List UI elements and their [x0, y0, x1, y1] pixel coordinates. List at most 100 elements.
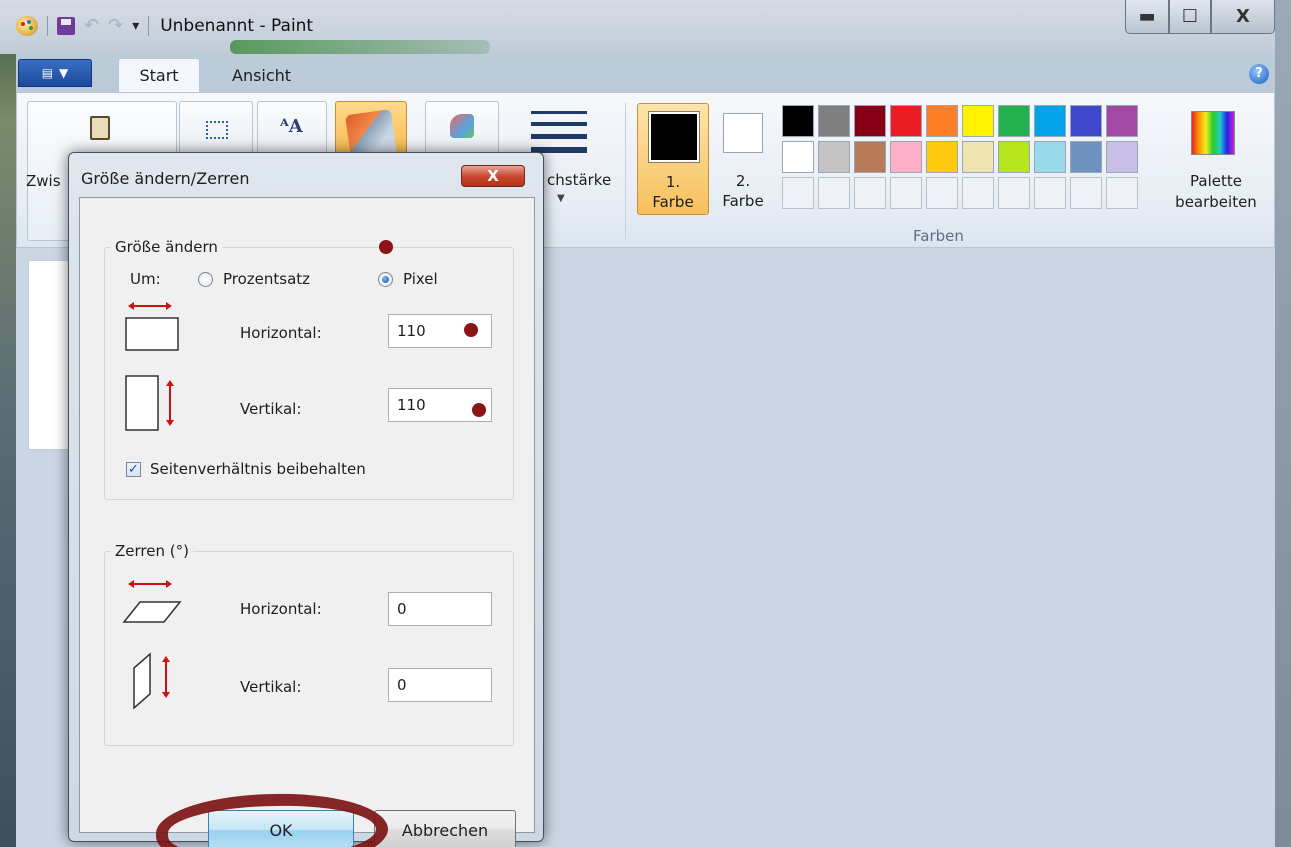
percent-radio[interactable] — [198, 272, 213, 287]
tab-ansicht[interactable]: Ansicht — [212, 58, 311, 92]
palette-color-swatch[interactable] — [1034, 141, 1066, 173]
color-1-label: 1. Farbe — [638, 172, 708, 212]
palette-color-swatch[interactable] — [890, 141, 922, 173]
palette-color-swatch[interactable] — [1106, 141, 1138, 173]
shapes-button[interactable] — [425, 101, 499, 159]
cancel-button[interactable]: Abbrechen — [374, 810, 516, 847]
palette-empty-swatch[interactable] — [998, 177, 1030, 209]
customize-toolbar-icon[interactable]: ▾ — [132, 18, 139, 34]
palette-empty-swatch[interactable] — [1034, 177, 1066, 209]
color-1-label-line1: 1. — [665, 173, 681, 191]
palette-color-swatch[interactable] — [818, 105, 850, 137]
window-controls: ▬ ☐ X — [1125, 0, 1275, 34]
palette-empty-swatch[interactable] — [926, 177, 958, 209]
palette-empty-swatch[interactable] — [1070, 177, 1102, 209]
color-2-label-line1: 2. — [735, 172, 751, 190]
annotation-dot — [379, 240, 393, 254]
ok-button[interactable]: OK — [208, 810, 354, 847]
line-width-icon[interactable] — [531, 111, 587, 153]
palette-color-swatch[interactable] — [782, 141, 814, 173]
ribbon-tab-row: ▤ ▼ Start Ansicht ? — [16, 56, 1275, 92]
pixel-label[interactable]: Pixel — [403, 270, 438, 288]
paint-app-icon[interactable] — [16, 16, 38, 36]
line-width-label[interactable]: chstärke — [547, 171, 611, 189]
palette-color-swatch[interactable] — [998, 105, 1030, 137]
aspect-ratio-label[interactable]: Seitenverhältnis beibehalten — [150, 460, 366, 478]
palette-color-swatch[interactable] — [1034, 105, 1066, 137]
paint-menu-button[interactable]: ▤ ▼ — [18, 59, 92, 87]
paint-window: ↶ ↷ ▾ Unbenannt - Paint ▬ ☐ X ▤ ▼ Start A… — [0, 0, 1291, 847]
aspect-ratio-checkbox[interactable]: ✓ — [126, 462, 141, 477]
color-2-label-line2: Farbe — [722, 192, 764, 210]
color-palette — [782, 105, 1138, 209]
group-separator — [625, 103, 626, 239]
close-window-button[interactable]: X — [1211, 0, 1275, 34]
window-right-border — [1275, 0, 1291, 847]
clipboard-label: Zwis — [26, 172, 61, 190]
percent-label[interactable]: Prozentsatz — [223, 270, 310, 288]
resize-horizontal-label: Horizontal: — [240, 324, 322, 342]
palette-empty-swatch[interactable] — [818, 177, 850, 209]
chevron-down-icon[interactable]: ▼ — [557, 193, 565, 204]
palette-color-swatch[interactable] — [962, 141, 994, 173]
resize-group-legend: Größe ändern — [115, 238, 218, 256]
skew-vertical-input[interactable]: 0 — [388, 668, 492, 702]
help-icon[interactable]: ? — [1249, 64, 1269, 84]
color-1-label-line2: Farbe — [652, 193, 694, 211]
palette-empty-swatch[interactable] — [782, 177, 814, 209]
annotation-dot — [464, 323, 478, 337]
color-2-button[interactable]: 2. Farbe — [717, 103, 769, 215]
skew-horizontal-icon — [122, 580, 182, 623]
edit-colors-button[interactable]: Palette bearbeiten — [1173, 103, 1259, 213]
resize-horizontal-icon — [125, 302, 179, 351]
palette-color-swatch[interactable] — [962, 105, 994, 137]
resize-skew-dialog: Größe ändern/Zerren X Größe ändern Um: P… — [68, 152, 544, 847]
select-button[interactable] — [179, 101, 253, 159]
palette-color-swatch[interactable] — [854, 141, 886, 173]
dialog-body: Größe ändern Um: Prozentsatz Pixel Horiz… — [79, 197, 535, 847]
quick-access-toolbar: ↶ ↷ ▾ Unbenannt - Paint — [16, 13, 313, 39]
menu-icon: ▤ — [41, 66, 54, 80]
text-tool-button[interactable]: ᴬA — [257, 101, 327, 159]
palette-color-swatch[interactable] — [1106, 105, 1138, 137]
palette-empty-swatch[interactable] — [890, 177, 922, 209]
shapes-icon — [450, 114, 474, 138]
palette-empty-swatch[interactable] — [962, 177, 994, 209]
palette-empty-swatch[interactable] — [1106, 177, 1138, 209]
palette-color-swatch[interactable] — [1070, 105, 1102, 137]
select-icon — [206, 121, 228, 139]
palette-color-swatch[interactable] — [926, 105, 958, 137]
maximize-button[interactable]: ☐ — [1169, 0, 1211, 34]
pixel-radio[interactable] — [378, 272, 393, 287]
color-1-swatch — [648, 111, 700, 163]
palette-color-swatch[interactable] — [926, 141, 958, 173]
undo-icon[interactable]: ↶ — [84, 17, 99, 35]
color-1-button[interactable]: 1. Farbe — [637, 103, 709, 215]
skew-horizontal-input[interactable]: 0 — [388, 592, 492, 626]
chevron-down-icon: ▼ — [59, 66, 69, 80]
palette-color-swatch[interactable] — [1070, 141, 1102, 173]
skew-group-legend: Zerren (°) — [115, 542, 189, 560]
palette-color-swatch[interactable] — [998, 141, 1030, 173]
edit-colors-label-line2: bearbeiten — [1175, 193, 1257, 211]
toolbar-separator — [47, 16, 48, 36]
text-tool-icon: ᴬA — [280, 116, 303, 137]
palette-color-swatch[interactable] — [854, 105, 886, 137]
skew-vertical-icon — [133, 652, 170, 710]
palette-empty-swatch[interactable] — [854, 177, 886, 209]
skew-vertical-label: Vertikal: — [240, 678, 302, 696]
palette-color-swatch[interactable] — [890, 105, 922, 137]
edit-colors-label: Palette bearbeiten — [1173, 171, 1259, 213]
by-label: Um: — [130, 270, 161, 288]
clipboard-icon — [90, 116, 110, 140]
palette-color-swatch[interactable] — [782, 105, 814, 137]
resize-vertical-icon — [125, 375, 174, 431]
palette-color-swatch[interactable] — [818, 141, 850, 173]
minimize-button[interactable]: ▬ — [1125, 0, 1169, 34]
dialog-close-button[interactable]: X — [461, 165, 525, 187]
colors-group-label: Farben — [913, 227, 964, 245]
redo-icon[interactable]: ↷ — [108, 17, 123, 35]
save-icon[interactable] — [57, 17, 75, 35]
tab-start[interactable]: Start — [118, 58, 200, 92]
title-glow — [230, 40, 490, 54]
